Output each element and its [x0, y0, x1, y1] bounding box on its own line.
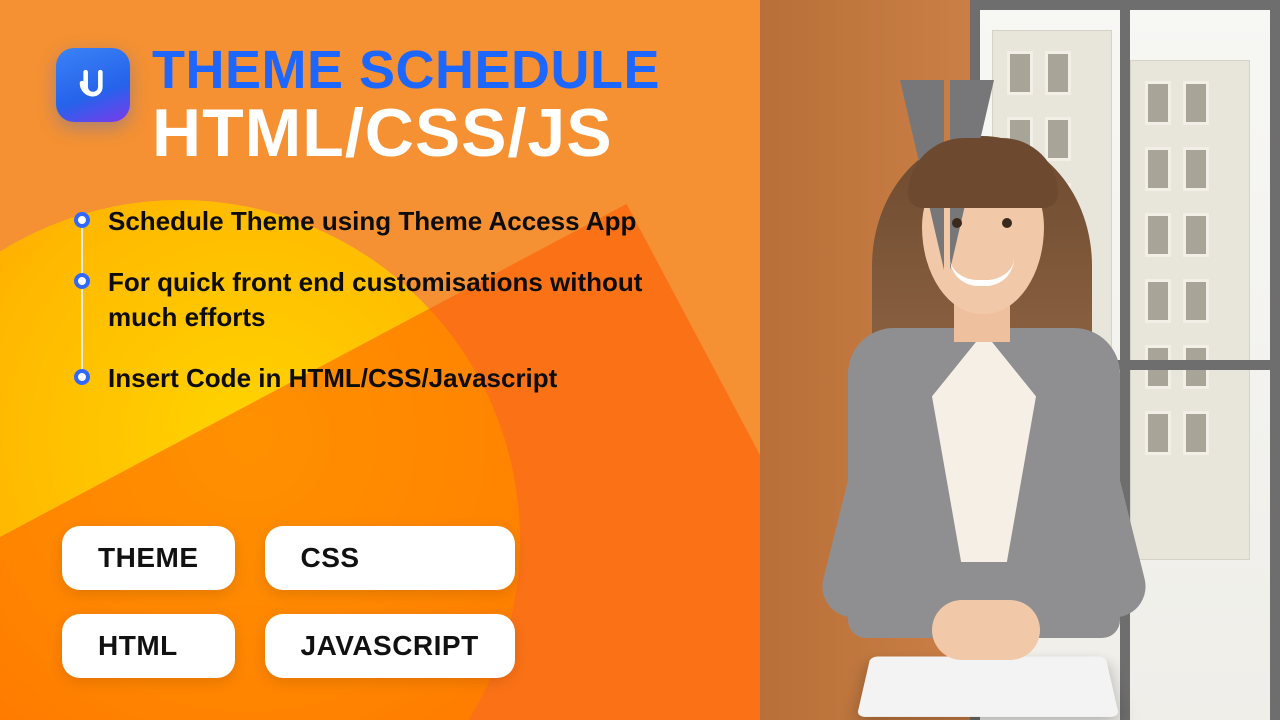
- app-logo-icon: [56, 48, 130, 122]
- header: THEME SCHEDULE HTML/CSS/JS: [56, 42, 1280, 168]
- tag-theme: THEME: [62, 526, 235, 590]
- feature-text: Schedule Theme using Theme Access App: [108, 204, 714, 239]
- tag-css: CSS: [265, 526, 515, 590]
- tag-javascript: JAVASCRIPT: [265, 614, 515, 678]
- feature-item: Insert Code in HTML/CSS/Javascript: [74, 361, 714, 396]
- feature-item: Schedule Theme using Theme Access App: [74, 204, 714, 239]
- feature-text: For quick front end customisations witho…: [108, 265, 714, 335]
- feature-list: Schedule Theme using Theme Access App Fo…: [74, 204, 1280, 396]
- headline-secondary: HTML/CSS/JS: [152, 99, 660, 168]
- feature-text: Insert Code in HTML/CSS/Javascript: [108, 361, 714, 396]
- feature-item: For quick front end customisations witho…: [74, 265, 714, 335]
- headline-primary: THEME SCHEDULE: [152, 42, 660, 99]
- promo-banner: THEME SCHEDULE HTML/CSS/JS Schedule Them…: [0, 0, 1280, 720]
- tag-grid: THEME CSS HTML JAVASCRIPT: [62, 526, 515, 678]
- tag-html: HTML: [62, 614, 235, 678]
